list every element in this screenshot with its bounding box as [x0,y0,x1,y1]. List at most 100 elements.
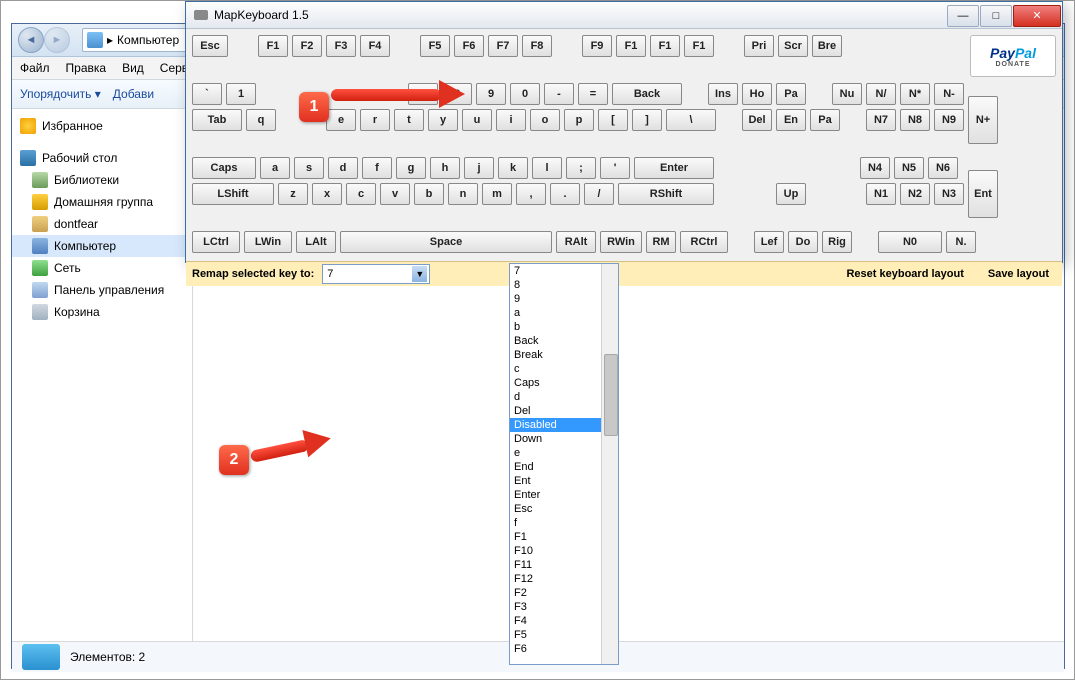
maximize-button[interactable]: □ [980,5,1012,27]
key-c[interactable]: c [346,183,376,205]
key-left[interactable]: Lef [754,231,784,253]
key-u[interactable]: u [462,109,492,131]
key-q[interactable]: q [246,109,276,131]
tree-favorites[interactable]: Избранное [12,115,192,137]
minimize-button[interactable]: — [947,5,979,27]
key-scroll[interactable]: Scr [778,35,808,57]
key-x[interactable]: x [312,183,342,205]
key-minus[interactable]: - [544,83,574,105]
key-f1[interactable]: F1 [258,35,288,57]
key-semicolon[interactable]: ; [566,157,596,179]
key-n[interactable]: n [448,183,478,205]
key-t[interactable]: t [394,109,424,131]
key-numsub[interactable]: N- [934,83,964,105]
key-v[interactable]: v [380,183,410,205]
key-comma[interactable]: , [516,183,546,205]
tree-trash[interactable]: Корзина [12,301,192,323]
key-backslash[interactable]: \ [666,109,716,131]
key-m[interactable]: m [482,183,512,205]
key-d[interactable]: d [328,157,358,179]
key-r[interactable]: r [360,109,390,131]
key-enter[interactable]: Enter [634,157,714,179]
organize-button[interactable]: Упорядочить ▾ [20,87,101,101]
key-a[interactable]: a [260,157,290,179]
key-period[interactable]: . [550,183,580,205]
key-rshift[interactable]: RShift [618,183,714,205]
paypal-donate-button[interactable]: PayPal DONATE [970,35,1056,77]
key-g[interactable]: g [396,157,426,179]
key-j[interactable]: j [464,157,494,179]
menu-edit[interactable]: Правка [66,61,107,75]
tree-user[interactable]: dontfear [12,213,192,235]
key-print[interactable]: Pri [744,35,774,57]
key-caps[interactable]: Caps [192,157,256,179]
menu-serv[interactable]: Серв [160,61,188,75]
key-backspace[interactable]: Back [612,83,682,105]
key-f4[interactable]: F4 [360,35,390,57]
key-0[interactable]: 0 [510,83,540,105]
key-f2[interactable]: F2 [292,35,322,57]
key-i[interactable]: i [496,109,526,131]
key-f3[interactable]: F3 [326,35,356,57]
key-f10[interactable]: F1 [616,35,646,57]
key-home[interactable]: Ho [742,83,772,105]
scrollbar-thumb[interactable] [604,354,618,436]
chevron-down-icon[interactable]: ▼ [412,266,427,282]
key-grave[interactable]: ` [192,83,222,105]
remap-dropdown[interactable]: 7 ▼ [322,264,430,284]
menu-view[interactable]: Вид [122,61,144,75]
key-numlock[interactable]: Nu [832,83,862,105]
key-f7[interactable]: F7 [488,35,518,57]
key-9[interactable]: 9 [476,83,506,105]
key-right[interactable]: Rig [822,231,852,253]
key-f[interactable]: f [362,157,392,179]
key-f9[interactable]: F9 [582,35,612,57]
key-n1[interactable]: N1 [866,183,896,205]
key-end[interactable]: En [776,109,806,131]
key-numplus[interactable]: N+ [968,96,998,144]
key-h[interactable]: h [430,157,460,179]
save-layout-button[interactable]: Save layout [981,265,1056,283]
key-k[interactable]: k [498,157,528,179]
key-e[interactable]: e [326,109,356,131]
remap-dropdown-list[interactable]: 789abBackBreakcCapsdDelDisabledDowneEndE… [509,263,619,665]
key-tab[interactable]: Tab [192,109,242,131]
dropdown-scrollbar[interactable] [601,264,618,664]
key-pagedn[interactable]: Pa [810,109,840,131]
key-y[interactable]: y [428,109,458,131]
add-button[interactable]: Добави [113,87,154,101]
nav-forward-button[interactable]: ► [44,27,70,53]
key-quote[interactable]: ' [600,157,630,179]
key-equals[interactable]: = [578,83,608,105]
tree-control-panel[interactable]: Панель управления [12,279,192,301]
key-rbracket[interactable]: ] [632,109,662,131]
key-slash[interactable]: / [584,183,614,205]
key-s[interactable]: s [294,157,324,179]
tree-libraries[interactable]: Библиотеки [12,169,192,191]
key-ralt[interactable]: RAlt [556,231,596,253]
key-esc[interactable]: Esc [192,35,228,57]
key-f12[interactable]: F1 [684,35,714,57]
key-f11[interactable]: F1 [650,35,680,57]
key-p[interactable]: p [564,109,594,131]
key-lwin[interactable]: LWin [244,231,292,253]
key-rctrl[interactable]: RCtrl [680,231,728,253]
key-o[interactable]: o [530,109,560,131]
key-b[interactable]: b [414,183,444,205]
key-delete[interactable]: Del [742,109,772,131]
key-f5[interactable]: F5 [420,35,450,57]
key-f6[interactable]: F6 [454,35,484,57]
key-l[interactable]: l [532,157,562,179]
tree-computer[interactable]: Компьютер [12,235,192,257]
key-insert[interactable]: Ins [708,83,738,105]
tree-network[interactable]: Сеть [12,257,192,279]
nav-back-button[interactable]: ◄ [18,27,44,53]
key-down[interactable]: Do [788,231,818,253]
key-space[interactable]: Space [340,231,552,253]
key-numdiv[interactable]: N/ [866,83,896,105]
key-1[interactable]: 1 [226,83,256,105]
close-button[interactable]: ✕ [1013,5,1061,27]
key-n4[interactable]: N4 [860,157,890,179]
key-n7[interactable]: N7 [866,109,896,131]
key-rm[interactable]: RM [646,231,676,253]
